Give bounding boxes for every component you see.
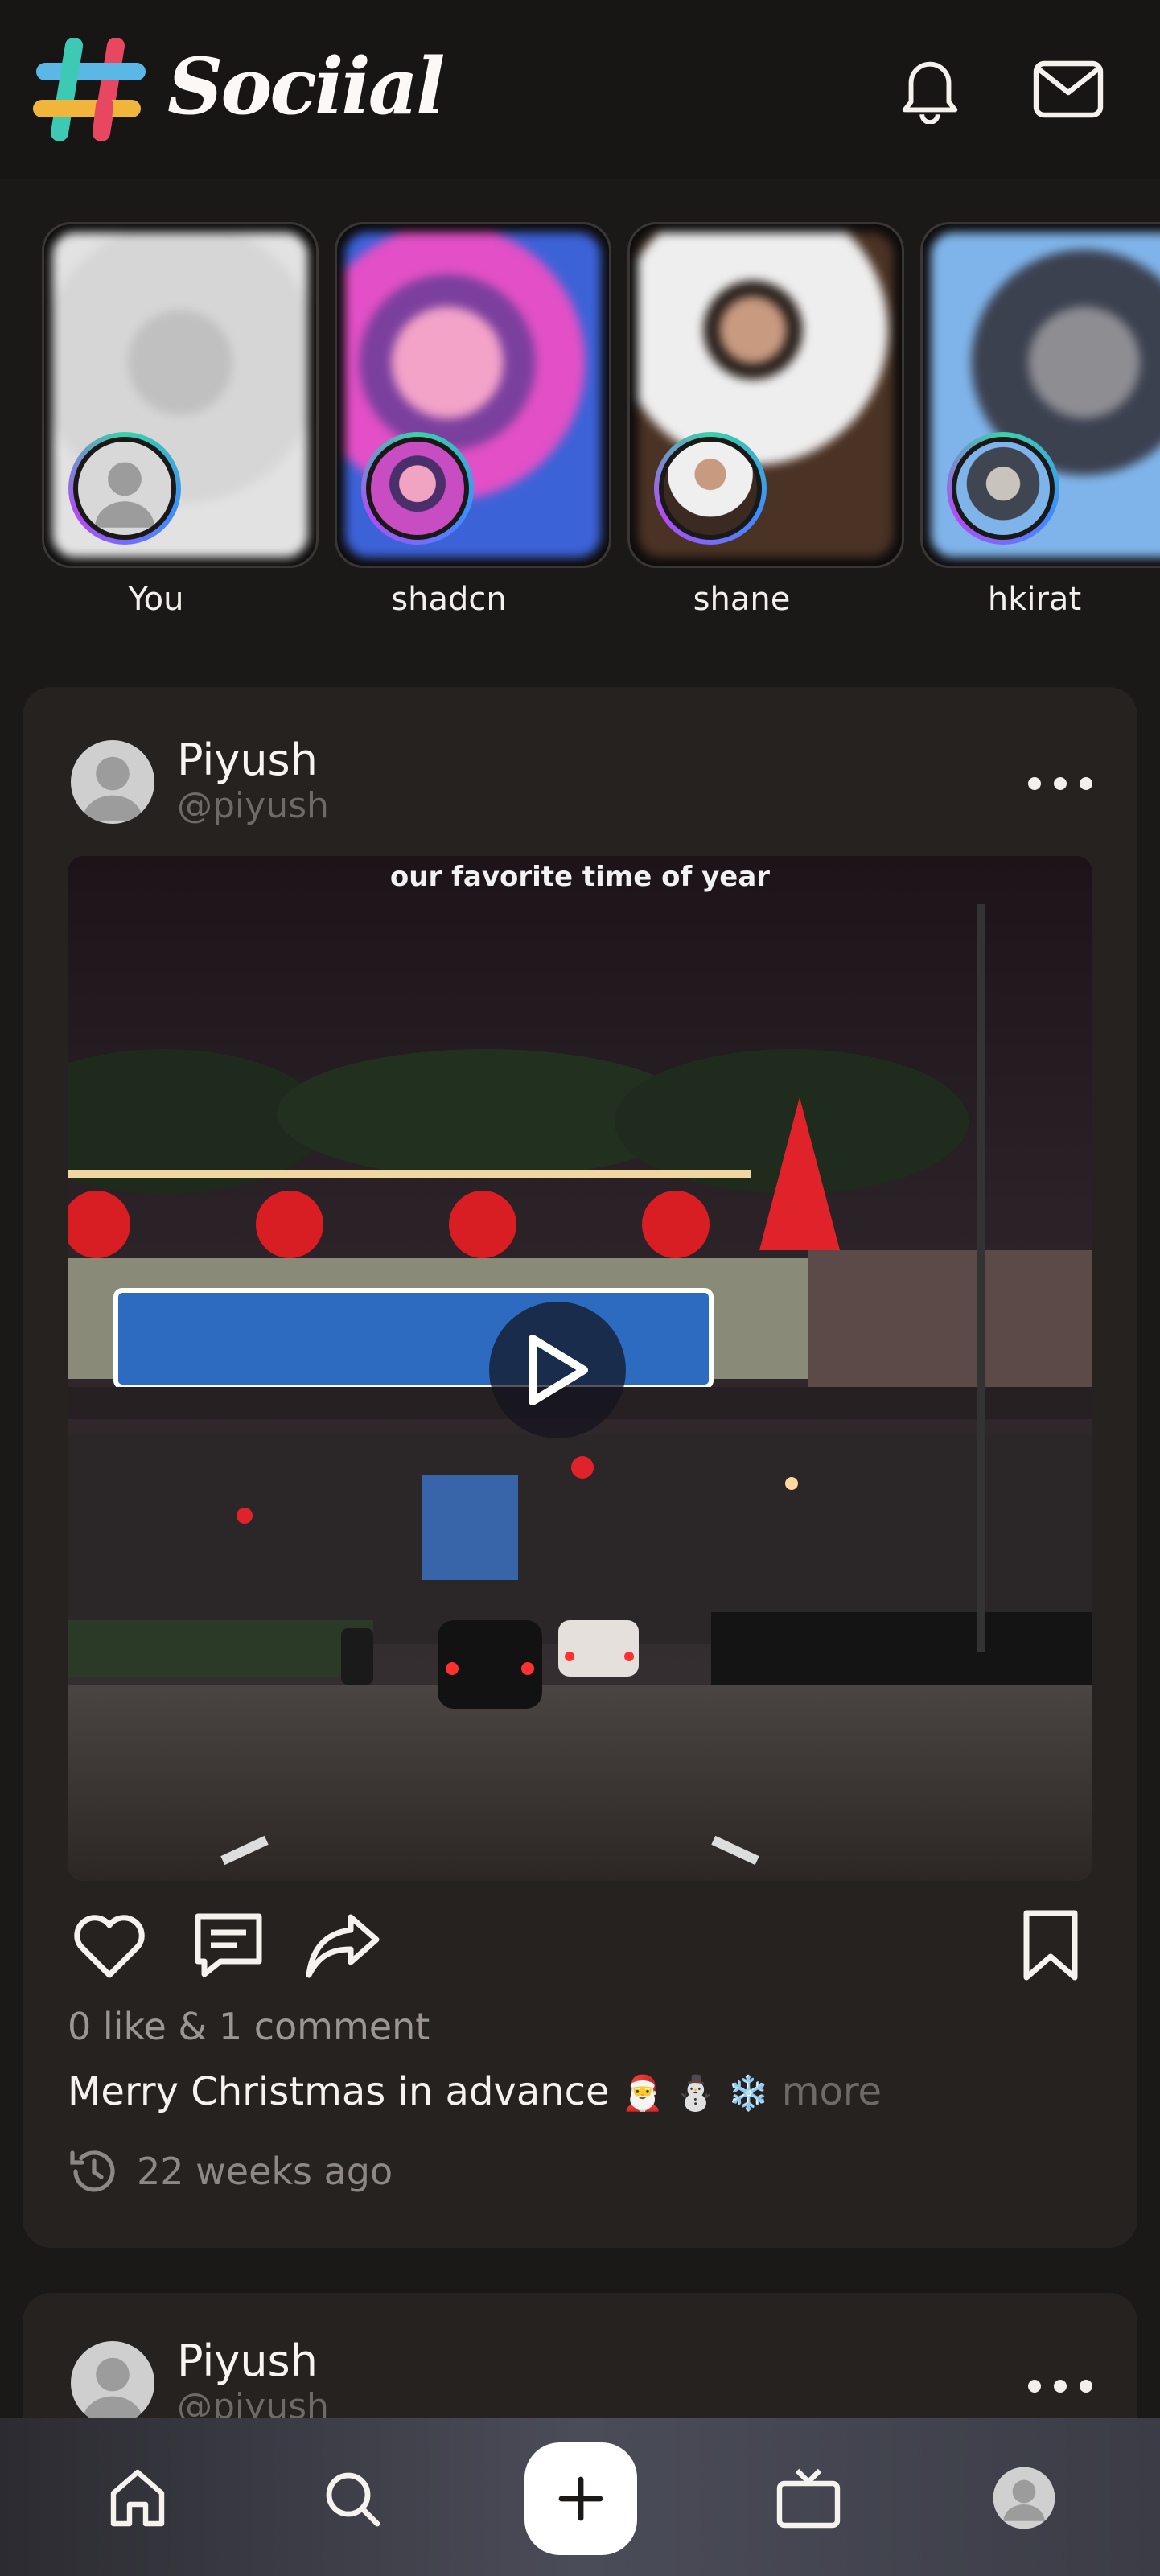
story-card: [335, 222, 611, 568]
story-label: shane: [693, 581, 791, 618]
default-avatar-icon: [82, 2357, 143, 2422]
story-card: [920, 222, 1160, 568]
tv-icon[interactable]: [756, 2446, 861, 2550]
story-avatar: [68, 432, 181, 545]
avatar: [71, 740, 154, 824]
story-avatar: [361, 432, 474, 545]
brand[interactable]: Sociial: [32, 38, 445, 141]
video-overlay-caption: our favorite time of year: [389, 861, 771, 893]
post-author[interactable]: Piyush @piyush: [71, 735, 329, 827]
story-hkirat[interactable]: hkirat: [920, 222, 1160, 618]
comment-icon[interactable]: [187, 1905, 270, 1985]
home-icon[interactable]: [85, 2446, 190, 2550]
top-bar: Sociial: [0, 0, 1160, 179]
bookmark-icon[interactable]: [1009, 1905, 1092, 1985]
post-actions: [68, 1905, 1092, 1985]
create-post-button[interactable]: [524, 2442, 637, 2555]
author-handle: @piyush: [177, 785, 329, 826]
story-card: [627, 222, 904, 568]
caption-text: Merry Christmas in advance: [68, 2069, 610, 2114]
story-label: You: [128, 581, 184, 618]
hashtag-logo-icon: [33, 38, 146, 141]
bottom-navigation: [0, 2418, 1160, 2576]
play-icon: [529, 1335, 588, 1405]
app-root: Sociial You shadcn shane hkirat Piyush @…: [0, 0, 1160, 2576]
author-info: Piyush @piyush: [177, 735, 329, 827]
post-time: 22 weeks ago: [68, 2145, 393, 2198]
more-options-button[interactable]: [1028, 767, 1092, 800]
author-info: Piyush @piyush: [177, 2336, 329, 2428]
post-stats[interactable]: 0 like & 1 comment: [68, 2005, 430, 2048]
app-name: Sociial: [167, 40, 445, 132]
post-card: Piyush @piyush: [23, 687, 1137, 2248]
heart-icon[interactable]: [68, 1905, 151, 1985]
story-shane[interactable]: shane: [627, 222, 904, 618]
default-avatar-icon: [94, 462, 155, 528]
author-name: Piyush: [177, 735, 318, 785]
search-icon[interactable]: [299, 2446, 404, 2550]
story-avatar: [654, 432, 767, 545]
stories-row: You shadcn shane hkirat: [0, 179, 1160, 629]
avatar: [71, 2341, 154, 2425]
story-shadcn[interactable]: shadcn: [335, 222, 611, 618]
bell-icon[interactable]: [891, 51, 969, 128]
history-icon: [70, 2150, 115, 2192]
post-video[interactable]: our favorite time of year: [68, 856, 1092, 1881]
story-label: shadcn: [391, 581, 507, 618]
default-avatar-icon: [82, 756, 143, 821]
header-actions: [891, 51, 1107, 128]
post-timestamp: 22 weeks ago: [137, 2150, 393, 2193]
post-author[interactable]: Piyush @piyush: [71, 2336, 329, 2428]
more-link[interactable]: more: [782, 2069, 882, 2114]
story-label: hkirat: [987, 581, 1082, 618]
profile-icon[interactable]: [972, 2446, 1076, 2550]
caption-emojis: 🎅 ⛄ ❄️: [621, 2073, 770, 2113]
share-icon[interactable]: [301, 1905, 385, 1985]
play-button[interactable]: [489, 1302, 626, 1438]
plus-icon: [558, 2476, 603, 2521]
author-name: Piyush: [177, 2335, 318, 2386]
post-caption: Merry Christmas in advance 🎅 ⛄ ❄️ more: [68, 2069, 882, 2114]
story-you[interactable]: You: [42, 222, 319, 618]
more-options-button[interactable]: [1028, 2370, 1092, 2402]
story-card: [42, 222, 319, 568]
story-avatar: [947, 432, 1059, 545]
mail-icon[interactable]: [1030, 51, 1107, 128]
